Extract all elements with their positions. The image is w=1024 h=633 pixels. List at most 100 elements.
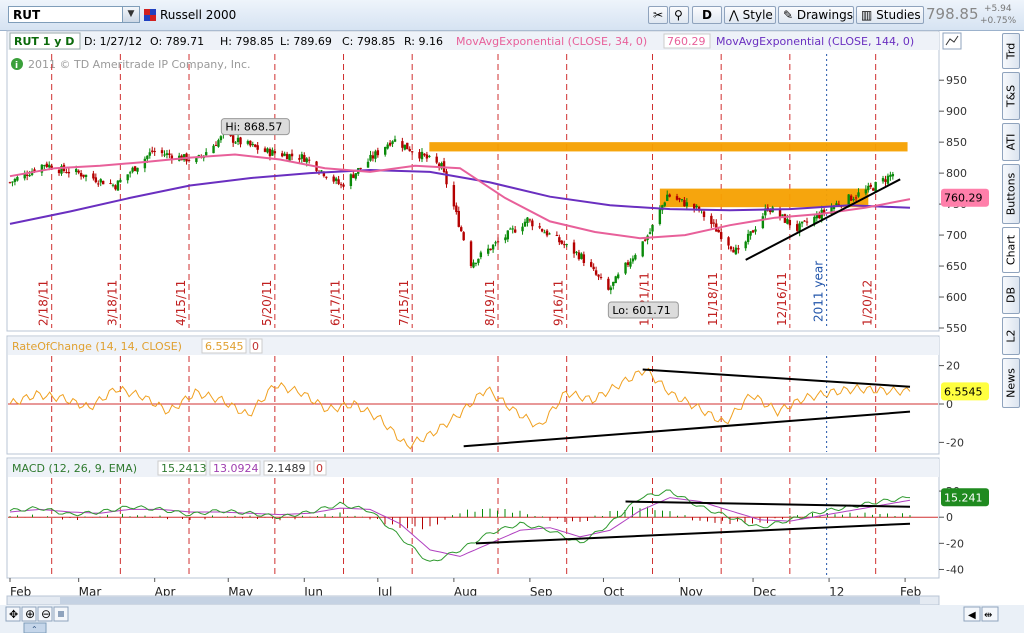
candle-body[interactable]: [702, 211, 706, 218]
candle-body[interactable]: [84, 174, 88, 178]
candle-body[interactable]: [97, 183, 100, 185]
candle-body[interactable]: [148, 152, 151, 156]
candle-body[interactable]: [626, 262, 630, 265]
candle-body[interactable]: [494, 242, 497, 244]
candle-body[interactable]: [884, 179, 887, 182]
candle-body[interactable]: [891, 173, 895, 177]
style-button[interactable]: ⋀ Style: [724, 6, 776, 24]
candle-body[interactable]: [560, 240, 563, 244]
candle-body[interactable]: [246, 141, 250, 144]
candle-body[interactable]: [881, 178, 885, 182]
candle-body[interactable]: [857, 192, 860, 197]
candle-body[interactable]: [13, 178, 17, 182]
candle-body[interactable]: [92, 173, 95, 179]
candle-body[interactable]: [165, 153, 169, 155]
candle-body[interactable]: [624, 262, 627, 274]
candle-body[interactable]: [666, 194, 669, 202]
candle-body[interactable]: [195, 157, 198, 163]
candle-body[interactable]: [384, 147, 387, 155]
candle-body[interactable]: [28, 175, 31, 177]
candle-body[interactable]: [217, 140, 220, 147]
candle-body[interactable]: [867, 185, 870, 191]
candle-body[interactable]: [445, 171, 448, 185]
candle-body[interactable]: [872, 188, 875, 191]
candle-body[interactable]: [406, 142, 409, 150]
candle-body[interactable]: [187, 159, 191, 161]
candle-body[interactable]: [487, 248, 490, 254]
candle-body[interactable]: [558, 237, 561, 243]
candle-body[interactable]: [710, 215, 713, 225]
candle-body[interactable]: [795, 224, 799, 231]
candle-body[interactable]: [577, 252, 581, 260]
candle-body[interactable]: [565, 244, 568, 246]
candle-body[interactable]: [281, 153, 284, 157]
candle-body[interactable]: [543, 232, 546, 234]
symbol-input[interactable]: RUT ▼: [8, 6, 140, 23]
candle-body[interactable]: [366, 161, 370, 168]
candle-body[interactable]: [889, 174, 892, 177]
candle-body[interactable]: [307, 159, 311, 161]
candle-body[interactable]: [75, 168, 78, 173]
candle-body[interactable]: [491, 244, 495, 250]
tab-news[interactable]: News: [1002, 358, 1020, 408]
candle-body[interactable]: [359, 167, 362, 169]
candle-body[interactable]: [285, 153, 289, 160]
candle-body[interactable]: [609, 287, 613, 291]
candle-body[interactable]: [435, 156, 438, 163]
candle-body[interactable]: [133, 166, 137, 172]
candle-body[interactable]: [634, 255, 637, 260]
candle-body[interactable]: [761, 216, 765, 228]
candle-body[interactable]: [592, 266, 595, 270]
candle-body[interactable]: [462, 232, 465, 241]
candle-body[interactable]: [744, 241, 747, 249]
candle-body[interactable]: [457, 210, 460, 227]
candle-body[interactable]: [886, 175, 890, 184]
candle-body[interactable]: [506, 230, 510, 240]
candle-body[interactable]: [231, 135, 235, 143]
candle-body[interactable]: [239, 137, 242, 145]
candle-body[interactable]: [769, 210, 772, 213]
candle-body[interactable]: [474, 262, 478, 264]
candle-body[interactable]: [460, 227, 463, 232]
candle-body[interactable]: [151, 150, 154, 152]
candle-body[interactable]: [651, 224, 654, 232]
candle-body[interactable]: [268, 149, 272, 157]
candle-body[interactable]: [746, 233, 750, 242]
candle-body[interactable]: [298, 158, 301, 160]
tab-chart[interactable]: Chart: [1002, 227, 1020, 273]
symbol-period-label[interactable]: RUT 1 y D: [14, 35, 74, 48]
candle-body[interactable]: [800, 221, 804, 224]
candle-body[interactable]: [572, 242, 576, 254]
candle-body[interactable]: [683, 199, 686, 207]
candle-body[interactable]: [479, 252, 483, 258]
candle-body[interactable]: [729, 246, 733, 250]
candle-body[interactable]: [504, 237, 507, 241]
candle-body[interactable]: [8, 182, 12, 184]
candle-body[interactable]: [420, 151, 424, 160]
candle-body[interactable]: [410, 151, 414, 153]
candle-body[interactable]: [303, 154, 306, 162]
candle-body[interactable]: [695, 205, 698, 208]
candle-body[interactable]: [418, 152, 421, 159]
candle-body[interactable]: [641, 241, 644, 257]
candle-body[interactable]: [545, 230, 549, 236]
candle-body[interactable]: [663, 202, 666, 206]
candle-body[interactable]: [354, 173, 357, 179]
candle-body[interactable]: [325, 176, 328, 178]
candle-body[interactable]: [631, 258, 635, 262]
candle-body[interactable]: [685, 202, 689, 207]
roc-label[interactable]: RateOfChange (14, 14, CLOSE): [12, 340, 182, 353]
candle-body[interactable]: [712, 222, 716, 224]
candle-body[interactable]: [531, 220, 534, 227]
candle-body[interactable]: [263, 148, 267, 152]
candle-body[interactable]: [513, 229, 517, 233]
candle-body[interactable]: [668, 194, 671, 197]
candle-body[interactable]: [548, 233, 551, 235]
candle-body[interactable]: [616, 274, 620, 279]
candle-body[interactable]: [254, 144, 257, 147]
tab-ati[interactable]: ATI: [1002, 123, 1020, 161]
candle-body[interactable]: [589, 262, 593, 267]
candle-body[interactable]: [45, 163, 48, 167]
candle-body[interactable]: [864, 189, 868, 194]
candle-body[interactable]: [612, 281, 615, 286]
